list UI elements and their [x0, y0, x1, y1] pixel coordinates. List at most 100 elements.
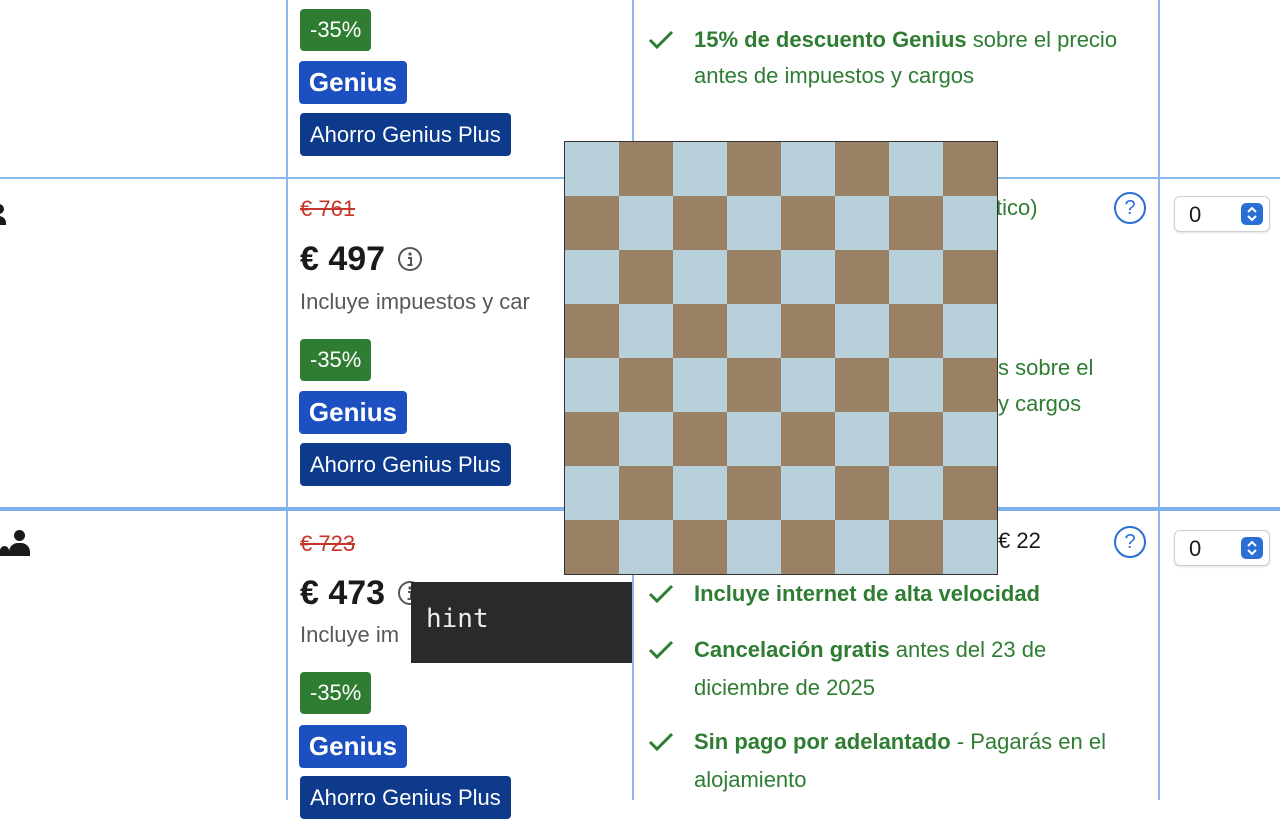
- current-price: € 497: [300, 240, 386, 278]
- select-value: 0: [1189, 536, 1202, 561]
- internet-benefit: Incluye internet de alta velocidad: [694, 581, 1040, 606]
- genius-plus-badge: Ahorro Genius Plus: [300, 776, 511, 819]
- board-square: [619, 142, 673, 196]
- board-square: [727, 412, 781, 466]
- board-square: [889, 196, 943, 250]
- board-square: [619, 520, 673, 574]
- board-square: [889, 304, 943, 358]
- original-price: € 723: [300, 531, 356, 556]
- board-square: [565, 358, 619, 412]
- board-square: [943, 466, 997, 520]
- board-square: [889, 142, 943, 196]
- board-square: [673, 358, 727, 412]
- checkmark-icon: [648, 30, 674, 50]
- board-square: [565, 142, 619, 196]
- board-square: [673, 196, 727, 250]
- column-divider: [286, 0, 288, 800]
- board-square: [673, 466, 727, 520]
- room-quantity-select[interactable]: 0: [1174, 196, 1270, 232]
- discount-badge: -35%: [300, 339, 372, 381]
- current-price: € 473: [300, 574, 386, 612]
- checkerboard-overlay: [564, 141, 998, 575]
- board-square: [835, 196, 889, 250]
- board-square: [943, 304, 997, 358]
- board-square: [727, 196, 781, 250]
- genius-plus-badge: Ahorro Genius Plus: [300, 113, 511, 156]
- board-square: [673, 304, 727, 358]
- hint-tooltip: hint: [411, 582, 632, 663]
- board-square: [565, 304, 619, 358]
- free-cancellation-benefit: Cancelación gratis antes del 23 de dicie…: [694, 637, 1047, 700]
- checkmark-icon: [648, 732, 674, 752]
- board-square: [835, 142, 889, 196]
- discount-badge: -35%: [300, 9, 372, 51]
- board-square: [889, 520, 943, 574]
- board-square: [727, 142, 781, 196]
- board-square: [943, 358, 997, 412]
- board-square: [835, 466, 889, 520]
- board-square: [781, 358, 835, 412]
- board-square: [619, 412, 673, 466]
- genius-badge: Genius: [299, 725, 407, 768]
- board-square: [727, 250, 781, 304]
- board-square: [835, 412, 889, 466]
- board-square: [565, 520, 619, 574]
- board-square: [673, 520, 727, 574]
- board-square: [619, 466, 673, 520]
- board-square: [889, 412, 943, 466]
- help-icon[interactable]: ?: [1114, 192, 1146, 224]
- board-square: [619, 358, 673, 412]
- partial-text: € 22: [998, 528, 1041, 553]
- genius-badge: Genius: [299, 61, 407, 104]
- checkmark-icon: [648, 640, 674, 660]
- board-square: [673, 142, 727, 196]
- help-icon[interactable]: ?: [1114, 526, 1146, 558]
- board-square: [943, 412, 997, 466]
- board-square: [781, 304, 835, 358]
- board-square: [619, 250, 673, 304]
- board-square: [889, 358, 943, 412]
- taxes-note: Incluye im: [300, 622, 400, 647]
- occupancy-icon: [0, 200, 8, 226]
- board-square: [781, 412, 835, 466]
- board-square: [727, 466, 781, 520]
- board-square: [673, 412, 727, 466]
- genius-discount-benefit: 15% de descuento Genius sobre el precio …: [694, 27, 1118, 88]
- board-square: [619, 196, 673, 250]
- board-square: [565, 250, 619, 304]
- board-square: [835, 304, 889, 358]
- board-square: [943, 142, 997, 196]
- benefit-partial: tico): [996, 195, 1038, 220]
- genius-plus-badge: Ahorro Genius Plus: [300, 443, 511, 486]
- board-square: [943, 196, 997, 250]
- occupancy-icon: [0, 530, 32, 558]
- discount-badge: -35%: [300, 672, 372, 714]
- column-divider: [1158, 0, 1160, 800]
- checkmark-icon: [648, 584, 674, 604]
- taxes-note: Incluye impuestos y car: [300, 289, 530, 314]
- board-square: [781, 142, 835, 196]
- benefit-partial: s sobre el: [998, 355, 1094, 380]
- benefit-partial: y cargos: [998, 391, 1082, 416]
- tooltip-text: hint: [426, 604, 489, 634]
- board-square: [781, 520, 835, 574]
- board-square: [835, 358, 889, 412]
- select-value: 0: [1189, 202, 1202, 227]
- info-icon[interactable]: [397, 246, 423, 272]
- room-quantity-select[interactable]: 0: [1174, 530, 1270, 566]
- board-square: [727, 358, 781, 412]
- genius-badge: Genius: [299, 391, 407, 434]
- board-square: [781, 196, 835, 250]
- chevron-updown-icon: [1241, 537, 1263, 559]
- board-square: [673, 250, 727, 304]
- board-square: [565, 412, 619, 466]
- board-square: [565, 196, 619, 250]
- board-square: [943, 250, 997, 304]
- board-square: [889, 250, 943, 304]
- board-square: [565, 466, 619, 520]
- board-square: [727, 520, 781, 574]
- board-square: [835, 520, 889, 574]
- board-square: [781, 466, 835, 520]
- board-square: [781, 250, 835, 304]
- board-square: [835, 250, 889, 304]
